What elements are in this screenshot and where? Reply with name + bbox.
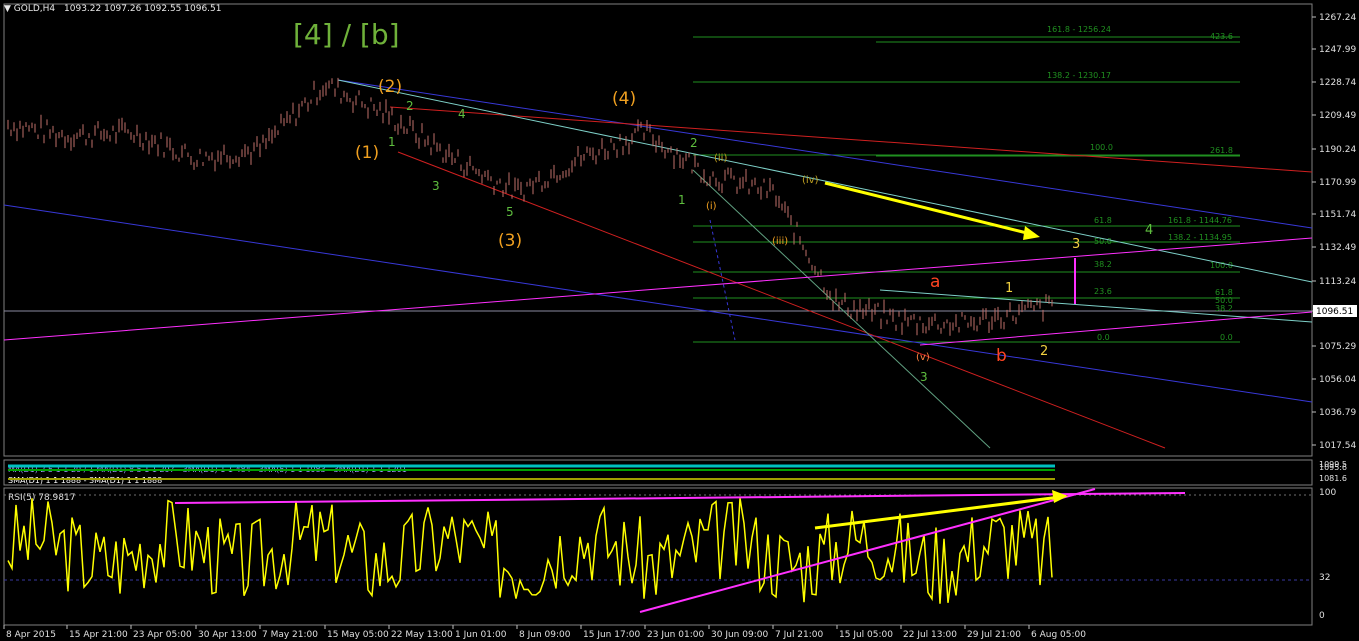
rsi-panel-frame	[3, 487, 1313, 626]
time-tick-label: 7 Jul 21:00	[775, 630, 824, 640]
wave-label-roman: (v)	[916, 352, 930, 363]
rsi-trend-line-rising	[639, 488, 1096, 613]
ma-axis-label: 1081.6	[1319, 474, 1347, 483]
wave-label-b: b	[996, 346, 1007, 366]
wave-label-major: (3)	[498, 231, 522, 251]
wave-label-major: (1)	[355, 143, 379, 163]
time-tick-label: 30 Jun 09:00	[711, 630, 768, 640]
trend-line-blue-dashed	[709, 219, 736, 341]
time-tick-label: 23 Jun 01:00	[647, 630, 704, 640]
time-tick-label: 23 Apr 05:00	[133, 630, 192, 640]
wave-label-minor: 1	[678, 193, 686, 207]
price-tick-label: 1132.49	[1319, 243, 1356, 253]
price-tick-label: 1017.54	[1319, 441, 1356, 451]
wave-label-minor: 1	[388, 135, 396, 149]
wave-count-label: 3	[1072, 237, 1080, 252]
wave-count-label: 1	[1005, 281, 1013, 296]
time-tick-label: 15 May 05:00	[327, 630, 389, 640]
time-tick-label: 8 Jun 09:00	[519, 630, 571, 640]
rsi-axis-label: 32	[1319, 573, 1330, 583]
time-tick-label: 6 Aug 05:00	[1031, 630, 1086, 640]
trend-line-teal-upper	[337, 79, 1313, 283]
rsi-line	[7, 498, 1053, 604]
trend-line-blue-upper	[337, 79, 1313, 229]
ma-axis-label: 1095.6	[1319, 463, 1347, 472]
price-tick-label: 1209.49	[1319, 111, 1356, 121]
wave-label-minor: 3	[920, 370, 928, 384]
fib-label: 100.0	[1090, 143, 1113, 152]
price-tick-label: 1056.04	[1319, 375, 1356, 385]
rsi-yellow-arrowhead	[1052, 490, 1068, 503]
wave-label-roman: (ii)	[714, 153, 727, 164]
rsi-axis-label: 100	[1319, 488, 1336, 498]
chart-header: ▼ GOLD,H4 1093.22 1097.26 1092.55 1096.5…	[4, 4, 221, 14]
page-title: [4] / [b]	[293, 18, 400, 51]
fib-label: 138.2 - 1230.17	[1047, 71, 1111, 80]
trend-line-magenta	[3, 237, 1313, 341]
wave-label-minor: 3	[432, 179, 440, 193]
wave-label-minor: 5	[506, 205, 514, 219]
wave-label-roman: (iv)	[802, 175, 819, 186]
ma-indicator-label: SMA(D1) 1 1 1888 - 3MA(D1) 1 1 1888	[8, 476, 162, 485]
trend-line-blue-lower	[3, 204, 1313, 403]
fib-label: 261.8	[1210, 146, 1233, 155]
time-tick-label: 22 Jul 13:00	[903, 630, 957, 640]
fib-label: 0.0	[1220, 333, 1233, 342]
time-tick-label: 29 Jul 21:00	[967, 630, 1021, 640]
menu-triangle-icon[interactable]: ▼	[4, 4, 14, 14]
fib-label: 38.2	[1094, 260, 1112, 269]
symbol-label: GOLD,H4	[13, 4, 56, 14]
fib-label: 38.2	[1215, 304, 1233, 313]
fib-label: 161.8 - 1144.76	[1168, 216, 1232, 225]
price-tick-label: 1247.99	[1319, 45, 1356, 55]
wave-label-a: a	[930, 272, 940, 292]
fib-label: 23.6	[1094, 287, 1112, 296]
time-tick-label: 30 Apr 13:00	[198, 630, 257, 640]
ohlc-readout: 1093.22 1097.26 1092.55 1096.51	[64, 4, 222, 14]
price-tick-label: 1228.74	[1319, 78, 1356, 88]
chart-canvas: 1267.24 1247.99 1228.74 1209.49 1190.24 1170.…	[3, 3, 1357, 640]
current-price-label: 1096.51	[1316, 307, 1353, 317]
fib-label: 423.6	[1210, 32, 1233, 41]
time-tick-label: 15 Jun 17:00	[583, 630, 640, 640]
time-tick-label: 8 Apr 2015	[6, 630, 56, 640]
price-tick-label: 1036.79	[1319, 408, 1356, 418]
price-tick-label: 1190.24	[1319, 145, 1356, 155]
time-tick-label: 22 May 13:00	[391, 630, 453, 640]
time-tick-label: 7 May 21:00	[262, 630, 318, 640]
price-tick-label: 1170.99	[1319, 178, 1356, 188]
fib-label: 0.0	[1097, 333, 1110, 342]
price-tick-label: 1075.29	[1319, 342, 1356, 352]
price-tick-label: 1151.74	[1319, 210, 1356, 220]
fib-label: 61.8	[1094, 216, 1112, 225]
yellow-arrowhead-main	[1023, 226, 1040, 240]
wave-label-roman: (iii)	[772, 236, 788, 247]
time-tick-label: 1 Jun 01:00	[455, 630, 507, 640]
price-tick-label: 1113.24	[1319, 277, 1356, 287]
wave-label-minor: 2	[406, 99, 414, 113]
wave-label-major: (4)	[612, 89, 636, 109]
rsi-axis-label: 0	[1319, 611, 1325, 621]
yellow-arrow-main	[824, 181, 1036, 237]
price-tick-label: 1267.24	[1319, 13, 1356, 23]
fib-label: 100.0	[1210, 261, 1233, 270]
wave-count-label: 2	[1040, 344, 1048, 359]
wave-label-major: (2)	[378, 77, 402, 97]
main-panel-frame	[3, 3, 1313, 457]
wave-label-minor: 2	[690, 136, 698, 150]
trend-line-magenta-lower	[919, 311, 1313, 346]
fib-label: 161.8 - 1256.24	[1047, 25, 1111, 34]
wave-label-roman: (i)	[706, 201, 717, 212]
fib-label: 138.2 - 1134.95	[1168, 233, 1232, 242]
wave-label-minor: 4	[458, 107, 466, 121]
time-tick-label: 15 Apr 21:00	[69, 630, 128, 640]
time-tick-label: 15 Jul 05:00	[839, 630, 893, 640]
wave-count-label: 4	[1145, 223, 1153, 238]
trend-line-red-upper	[389, 106, 1313, 173]
